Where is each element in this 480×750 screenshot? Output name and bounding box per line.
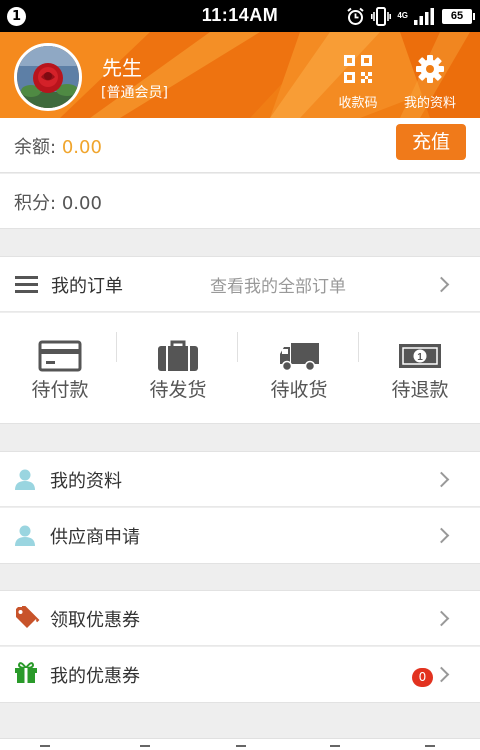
divider bbox=[237, 332, 238, 362]
balance-row: 余额: 0.00 充值 bbox=[0, 118, 480, 173]
view-all-orders-link[interactable]: 查看我的全部订单 bbox=[210, 272, 346, 297]
pending-refund-tab[interactable]: 1 待退款 bbox=[360, 313, 480, 424]
list-icon bbox=[15, 276, 38, 293]
qr-code-icon bbox=[344, 55, 372, 83]
supplier-application-row[interactable]: 供应商申请 bbox=[0, 508, 480, 564]
points-row: 积分: 0.00 bbox=[0, 174, 480, 229]
divider bbox=[116, 332, 117, 362]
my-coupon-label: 我的优惠券 bbox=[50, 666, 140, 687]
chevron-right-icon bbox=[433, 471, 450, 488]
credit-card-icon bbox=[38, 340, 82, 372]
my-profile-row[interactable]: 我的资料 bbox=[0, 451, 480, 507]
member-level: [普通会员] bbox=[101, 85, 168, 101]
nav-icon[interactable] bbox=[330, 745, 340, 750]
nav-icon[interactable] bbox=[425, 745, 435, 750]
supplier-application-label: 供应商申请 bbox=[50, 527, 140, 548]
pending-receipt-tab[interactable]: 待收货 bbox=[239, 313, 359, 424]
bottom-navigation bbox=[0, 738, 480, 750]
battery-icon: 65 bbox=[442, 8, 475, 24]
points-text: 积分: 0.00 bbox=[14, 189, 102, 215]
settings-button[interactable]: 我的资料 bbox=[398, 54, 462, 111]
nav-icon[interactable] bbox=[236, 745, 246, 750]
points-value: 0.00 bbox=[61, 193, 102, 214]
truck-icon bbox=[280, 343, 319, 372]
network-type: 4G bbox=[397, 11, 408, 20]
chevron-right-icon bbox=[433, 610, 450, 627]
status-icons: 4G 65 bbox=[346, 5, 475, 27]
chevron-right-icon bbox=[433, 666, 450, 683]
divider bbox=[358, 332, 359, 362]
user-name: 先生 bbox=[102, 56, 142, 80]
alarm-icon bbox=[347, 7, 364, 25]
pending-payment-tab[interactable]: 待付款 bbox=[0, 313, 120, 424]
qr-code-label: 收款码 bbox=[338, 96, 378, 111]
nav-icon[interactable] bbox=[140, 745, 150, 750]
order-status-bar: 待付款 待发货 待收货 1 待退款 bbox=[0, 313, 480, 424]
pending-refund-label: 待退款 bbox=[391, 379, 449, 401]
my-profile-label: 我的资料 bbox=[50, 471, 122, 492]
gear-icon bbox=[416, 55, 444, 83]
recharge-button[interactable]: 充值 bbox=[396, 124, 466, 160]
nav-icon[interactable] bbox=[40, 745, 50, 750]
coupon-count-badge: 0 bbox=[412, 668, 433, 687]
signal-icon bbox=[414, 7, 434, 25]
settings-label: 我的资料 bbox=[403, 96, 456, 111]
chevron-right-icon bbox=[433, 276, 450, 293]
get-coupon-label: 领取优惠券 bbox=[50, 610, 140, 631]
get-coupon-row[interactable]: 领取优惠券 bbox=[0, 590, 480, 646]
banknote-icon: 1 bbox=[399, 344, 441, 368]
svg-text:1: 1 bbox=[417, 352, 423, 363]
balance-label: 余额: bbox=[14, 137, 57, 158]
tags-icon bbox=[16, 606, 40, 628]
qr-code-button[interactable]: 收款码 bbox=[334, 54, 382, 111]
chevron-right-icon bbox=[433, 527, 450, 544]
user-icon bbox=[15, 469, 35, 490]
vibrate-icon bbox=[371, 6, 392, 26]
briefcase-icon bbox=[158, 340, 198, 371]
my-coupon-row[interactable]: 我的优惠券 0 bbox=[0, 647, 480, 703]
balance-value: 0.00 bbox=[61, 137, 102, 158]
pending-shipment-label: 待发货 bbox=[149, 379, 207, 401]
gift-icon bbox=[15, 662, 37, 683]
pending-receipt-label: 待收货 bbox=[270, 379, 328, 401]
rose-photo bbox=[17, 46, 79, 108]
points-label: 积分: bbox=[14, 193, 57, 214]
pending-payment-label: 待付款 bbox=[31, 379, 89, 401]
avatar[interactable] bbox=[14, 43, 82, 111]
balance-text: 余额: 0.00 bbox=[14, 133, 102, 159]
user-icon bbox=[15, 525, 35, 546]
profile-header: 先生 [普通会员] 收款码 我的资料 bbox=[0, 32, 480, 118]
my-orders-title: 我的订单 bbox=[51, 276, 123, 297]
pending-shipment-tab[interactable]: 待发货 bbox=[118, 313, 238, 424]
status-bar: 1 11:14AM 4G 65 bbox=[0, 0, 480, 32]
my-orders-row[interactable]: 我的订单 查看我的全部订单 bbox=[0, 256, 480, 312]
